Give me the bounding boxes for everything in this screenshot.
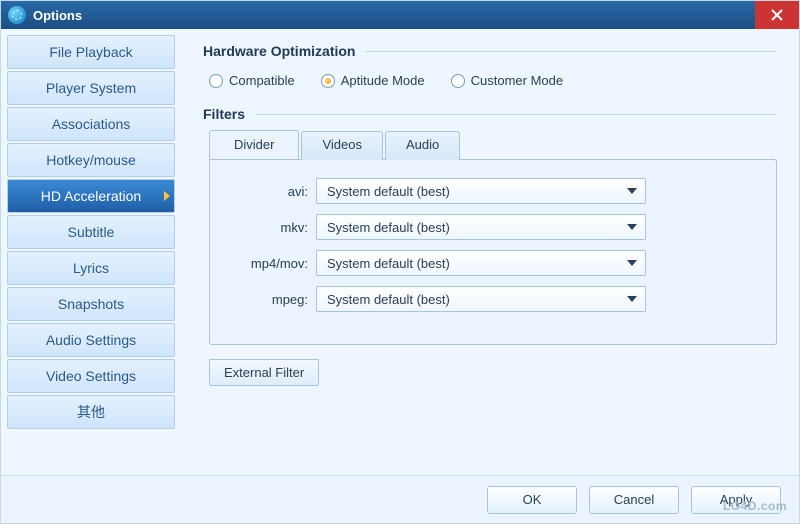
sidebar-item-player-system[interactable]: Player System (7, 71, 175, 105)
divider (365, 51, 777, 52)
button-label: Cancel (614, 492, 654, 507)
app-icon (8, 6, 26, 24)
external-filter-button[interactable]: External Filter (209, 359, 319, 386)
tab-label: Divider (234, 137, 274, 152)
radio-dot-icon (321, 74, 335, 88)
sidebar-item-label: File Playback (49, 44, 132, 60)
sidebar-item-subtitle[interactable]: Subtitle (7, 215, 175, 249)
radio-compatible[interactable]: Compatible (209, 73, 295, 88)
window-title: Options (33, 8, 755, 23)
sidebar-item-lyrics[interactable]: Lyrics (7, 251, 175, 285)
select-value: System default (best) (327, 220, 450, 235)
window-body: File Playback Player System Associations… (1, 29, 799, 475)
select-mp4mov[interactable]: System default (best) (316, 250, 646, 276)
button-label: Apply (720, 492, 753, 507)
radio-aptitude-mode[interactable]: Aptitude Mode (321, 73, 425, 88)
sidebar-item-hotkey-mouse[interactable]: Hotkey/mouse (7, 143, 175, 177)
tab-videos[interactable]: Videos (301, 131, 383, 160)
select-mkv[interactable]: System default (best) (316, 214, 646, 240)
chevron-down-icon (627, 260, 637, 266)
tab-audio[interactable]: Audio (385, 131, 460, 160)
radio-dot-icon (209, 74, 223, 88)
sidebar-item-label: 其他 (77, 402, 105, 422)
button-label: External Filter (224, 365, 304, 380)
filter-row-mkv: mkv: System default (best) (234, 214, 752, 240)
hw-radio-group: Compatible Aptitude Mode Customer Mode (203, 67, 777, 106)
sidebar-item-label: Subtitle (68, 224, 115, 240)
row-label: mpeg: (234, 292, 316, 307)
select-avi[interactable]: System default (best) (316, 178, 646, 204)
sidebar-item-label: Audio Settings (46, 332, 136, 348)
radio-dot-icon (451, 74, 465, 88)
sidebar-item-label: Video Settings (46, 368, 136, 384)
ok-button[interactable]: OK (487, 486, 577, 514)
radio-customer-mode[interactable]: Customer Mode (451, 73, 563, 88)
section-label: Hardware Optimization (203, 43, 355, 59)
sidebar-item-associations[interactable]: Associations (7, 107, 175, 141)
main-panel: Hardware Optimization Compatible Aptitud… (181, 29, 799, 475)
chevron-down-icon (627, 296, 637, 302)
filter-row-mpeg: mpeg: System default (best) (234, 286, 752, 312)
filter-row-avi: avi: System default (best) (234, 178, 752, 204)
filters-title: Filters (203, 106, 777, 122)
section-label: Filters (203, 106, 245, 122)
button-label: OK (523, 492, 542, 507)
filter-tabs: Divider Videos Audio (203, 130, 777, 159)
sidebar-item-audio-settings[interactable]: Audio Settings (7, 323, 175, 357)
sidebar-item-video-settings[interactable]: Video Settings (7, 359, 175, 393)
select-value: System default (best) (327, 292, 450, 307)
chevron-down-icon (627, 224, 637, 230)
sidebar-item-label: Snapshots (58, 296, 124, 312)
sidebar: File Playback Player System Associations… (1, 29, 181, 475)
chevron-down-icon (627, 188, 637, 194)
apply-button[interactable]: Apply (691, 486, 781, 514)
filter-pane: avi: System default (best) mkv: System d… (209, 159, 777, 345)
tab-label: Videos (322, 137, 362, 152)
footer: OK Cancel Apply (1, 475, 799, 523)
sidebar-item-file-playback[interactable]: File Playback (7, 35, 175, 69)
options-window: Options File Playback Player System Asso… (0, 0, 800, 524)
radio-label: Customer Mode (471, 73, 563, 88)
titlebar: Options (1, 1, 799, 29)
hardware-optimization-title: Hardware Optimization (203, 43, 777, 59)
cancel-button[interactable]: Cancel (589, 486, 679, 514)
radio-label: Compatible (229, 73, 295, 88)
tab-label: Audio (406, 137, 439, 152)
sidebar-item-label: HD Acceleration (41, 188, 141, 204)
sidebar-item-other[interactable]: 其他 (7, 395, 175, 429)
sidebar-item-label: Player System (46, 80, 136, 96)
sidebar-item-label: Hotkey/mouse (46, 152, 135, 168)
sidebar-item-label: Lyrics (73, 260, 109, 276)
row-label: mkv: (234, 220, 316, 235)
row-label: mp4/mov: (234, 256, 316, 271)
close-icon (771, 9, 783, 21)
row-label: avi: (234, 184, 316, 199)
radio-label: Aptitude Mode (341, 73, 425, 88)
filter-row-mp4mov: mp4/mov: System default (best) (234, 250, 752, 276)
tab-divider[interactable]: Divider (209, 130, 299, 159)
select-mpeg[interactable]: System default (best) (316, 286, 646, 312)
close-button[interactable] (755, 1, 799, 29)
select-value: System default (best) (327, 256, 450, 271)
sidebar-item-hd-acceleration[interactable]: HD Acceleration (7, 179, 175, 213)
sidebar-item-snapshots[interactable]: Snapshots (7, 287, 175, 321)
select-value: System default (best) (327, 184, 450, 199)
divider (255, 114, 777, 115)
sidebar-item-label: Associations (52, 116, 131, 132)
